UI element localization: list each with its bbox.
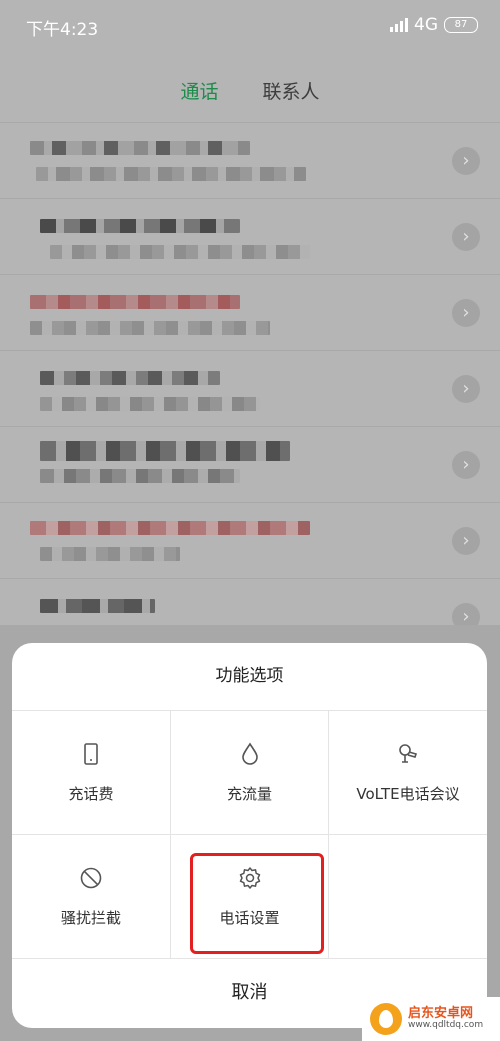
highlight-frame xyxy=(190,853,324,954)
list-item[interactable]: › xyxy=(0,274,500,350)
top-tabs: 通话 联系人 xyxy=(0,60,500,120)
chevron-right-icon[interactable]: › xyxy=(452,451,480,479)
list-item[interactable]: › xyxy=(0,426,500,502)
list-item[interactable]: › xyxy=(0,122,500,198)
block-icon xyxy=(80,867,102,889)
list-item[interactable]: › xyxy=(0,502,500,578)
call-log-list: › › › › › › › xyxy=(0,122,500,654)
function-options-sheet: 功能选项 充话费 充流量 VoLTE电话会议 骚扰拦截 电话设置 取消 xyxy=(12,643,487,1028)
recharge-bill-option[interactable]: 充话费 xyxy=(12,711,171,835)
option-label: 骚扰拦截 xyxy=(60,909,121,927)
conference-icon xyxy=(399,744,418,763)
watermark-logo-icon xyxy=(370,1003,402,1035)
recharge-data-option[interactable]: 充流量 xyxy=(171,711,329,835)
watermark: 启东安卓网 www.qdltdq.com xyxy=(362,997,500,1041)
empty-cell xyxy=(329,835,487,959)
volte-conference-option[interactable]: VoLTE电话会议 xyxy=(329,711,487,835)
watermark-name: 启东安卓网 xyxy=(408,1005,474,1021)
tab-calls[interactable]: 通话 xyxy=(180,77,218,104)
network-type: 4G xyxy=(414,15,438,35)
phone-icon xyxy=(84,743,98,765)
watermark-url: www.qdltdq.com xyxy=(408,1020,484,1031)
signal-icon xyxy=(390,18,408,32)
option-label: 充流量 xyxy=(226,785,272,803)
option-label: VoLTE电话会议 xyxy=(356,785,460,803)
sheet-title: 功能选项 xyxy=(12,643,487,711)
list-item[interactable]: › xyxy=(0,198,500,274)
droplet-icon xyxy=(241,742,258,765)
list-item[interactable]: › xyxy=(0,350,500,426)
chevron-right-icon[interactable]: › xyxy=(452,527,480,555)
battery-icon: 87 xyxy=(444,17,478,33)
chevron-right-icon[interactable]: › xyxy=(452,375,480,403)
status-time: 下午4:23 xyxy=(26,20,99,40)
status-bar: 下午4:23 4G 87 xyxy=(0,0,500,52)
chevron-right-icon[interactable]: › xyxy=(452,147,480,175)
status-indicators: 4G 87 xyxy=(390,15,478,35)
option-label: 充话费 xyxy=(68,785,114,803)
tab-contacts[interactable]: 联系人 xyxy=(263,77,320,104)
harassment-block-option[interactable]: 骚扰拦截 xyxy=(12,835,171,959)
chevron-right-icon[interactable]: › xyxy=(452,223,480,251)
chevron-right-icon[interactable]: › xyxy=(452,299,480,327)
